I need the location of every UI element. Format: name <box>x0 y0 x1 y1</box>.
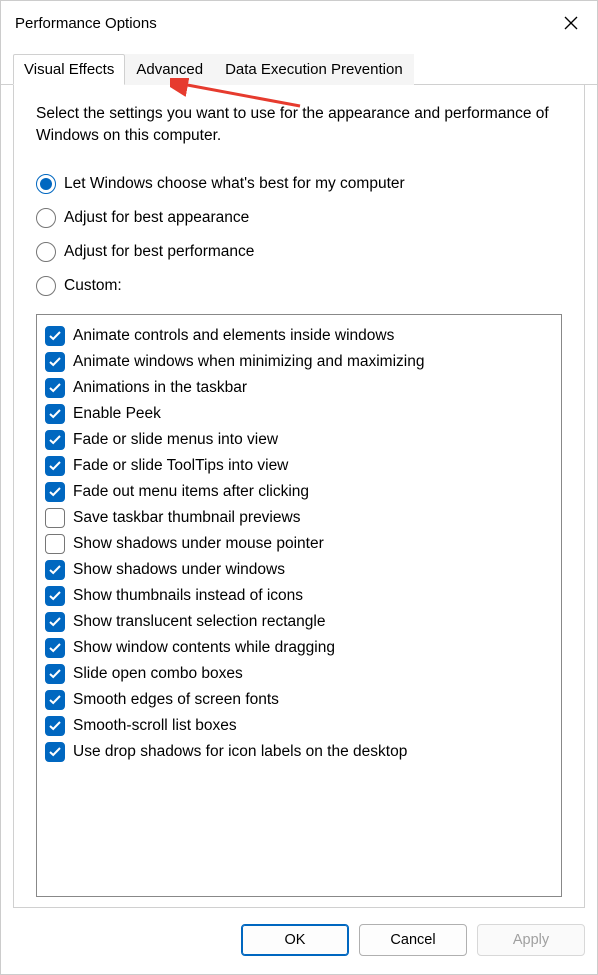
visual-effects-checklist[interactable]: Animate controls and elements inside win… <box>36 314 562 897</box>
check-label: Animate controls and elements inside win… <box>73 327 394 345</box>
performance-mode-radio-group: Let Windows choose what's best for my co… <box>36 174 562 296</box>
check-option-13[interactable]: Slide open combo boxes <box>45 661 553 687</box>
checkbox-icon <box>45 508 65 528</box>
check-option-6[interactable]: Fade out menu items after clicking <box>45 479 553 505</box>
check-label: Smooth edges of screen fonts <box>73 691 279 709</box>
checkbox-icon <box>45 534 65 554</box>
tab-visual-effects[interactable]: Visual Effects <box>13 54 125 85</box>
check-label: Fade or slide ToolTips into view <box>73 457 288 475</box>
check-label: Enable Peek <box>73 405 161 423</box>
check-label: Fade or slide menus into view <box>73 431 278 449</box>
check-option-1[interactable]: Animate windows when minimizing and maxi… <box>45 349 553 375</box>
check-option-11[interactable]: Show translucent selection rectangle <box>45 609 553 635</box>
check-option-5[interactable]: Fade or slide ToolTips into view <box>45 453 553 479</box>
radio-option-2[interactable]: Adjust for best performance <box>36 242 562 262</box>
tab-advanced[interactable]: Advanced <box>125 54 214 85</box>
check-option-9[interactable]: Show shadows under windows <box>45 557 553 583</box>
check-label: Fade out menu items after clicking <box>73 483 309 501</box>
check-label: Save taskbar thumbnail previews <box>73 509 300 527</box>
titlebar: Performance Options <box>1 1 597 45</box>
intro-text: Select the settings you want to use for … <box>36 103 562 148</box>
checkbox-icon <box>45 326 65 346</box>
radio-option-0[interactable]: Let Windows choose what's best for my co… <box>36 174 562 194</box>
dialog-footer: OK Cancel Apply <box>1 908 597 974</box>
checkbox-icon <box>45 560 65 580</box>
check-option-2[interactable]: Animations in the taskbar <box>45 375 553 401</box>
close-button[interactable] <box>559 11 583 35</box>
check-option-3[interactable]: Enable Peek <box>45 401 553 427</box>
checkbox-icon <box>45 690 65 710</box>
tab-bar: Visual EffectsAdvancedData Execution Pre… <box>1 53 597 85</box>
tab-content-visual-effects: Select the settings you want to use for … <box>13 85 585 908</box>
radio-icon <box>36 276 56 296</box>
check-option-0[interactable]: Animate controls and elements inside win… <box>45 323 553 349</box>
check-option-14[interactable]: Smooth edges of screen fonts <box>45 687 553 713</box>
ok-button[interactable]: OK <box>241 924 349 956</box>
checkbox-icon <box>45 716 65 736</box>
checkbox-icon <box>45 742 65 762</box>
check-label: Show thumbnails instead of icons <box>73 587 303 605</box>
checkbox-icon <box>45 664 65 684</box>
window-title: Performance Options <box>15 15 157 32</box>
radio-icon <box>36 174 56 194</box>
check-option-8[interactable]: Show shadows under mouse pointer <box>45 531 553 557</box>
check-label: Use drop shadows for icon labels on the … <box>73 743 407 761</box>
tab-data-execution-prevention[interactable]: Data Execution Prevention <box>214 54 414 85</box>
check-label: Slide open combo boxes <box>73 665 243 683</box>
radio-icon <box>36 208 56 228</box>
check-option-7[interactable]: Save taskbar thumbnail previews <box>45 505 553 531</box>
radio-label: Adjust for best appearance <box>64 209 249 227</box>
check-option-12[interactable]: Show window contents while dragging <box>45 635 553 661</box>
check-label: Show translucent selection rectangle <box>73 613 325 631</box>
performance-options-dialog: Performance Options Visual EffectsAdvanc… <box>0 0 598 975</box>
radio-icon <box>36 242 56 262</box>
checkbox-icon <box>45 404 65 424</box>
check-option-4[interactable]: Fade or slide menus into view <box>45 427 553 453</box>
check-label: Animations in the taskbar <box>73 379 247 397</box>
check-option-15[interactable]: Smooth-scroll list boxes <box>45 713 553 739</box>
close-icon <box>564 16 578 30</box>
check-label: Show shadows under mouse pointer <box>73 535 324 553</box>
checkbox-icon <box>45 352 65 372</box>
cancel-button[interactable]: Cancel <box>359 924 467 956</box>
check-option-10[interactable]: Show thumbnails instead of icons <box>45 583 553 609</box>
checkbox-icon <box>45 612 65 632</box>
checkbox-icon <box>45 482 65 502</box>
radio-label: Custom: <box>64 277 122 295</box>
radio-option-1[interactable]: Adjust for best appearance <box>36 208 562 228</box>
checkbox-icon <box>45 430 65 450</box>
radio-label: Let Windows choose what's best for my co… <box>64 175 405 193</box>
checkbox-icon <box>45 586 65 606</box>
radio-label: Adjust for best performance <box>64 243 254 261</box>
check-option-16[interactable]: Use drop shadows for icon labels on the … <box>45 739 553 765</box>
checkbox-icon <box>45 638 65 658</box>
check-label: Show shadows under windows <box>73 561 285 579</box>
check-label: Animate windows when minimizing and maxi… <box>73 353 424 371</box>
apply-button: Apply <box>477 924 585 956</box>
checkbox-icon <box>45 456 65 476</box>
radio-option-3[interactable]: Custom: <box>36 276 562 296</box>
checkbox-icon <box>45 378 65 398</box>
check-label: Show window contents while dragging <box>73 639 335 657</box>
check-label: Smooth-scroll list boxes <box>73 717 237 735</box>
